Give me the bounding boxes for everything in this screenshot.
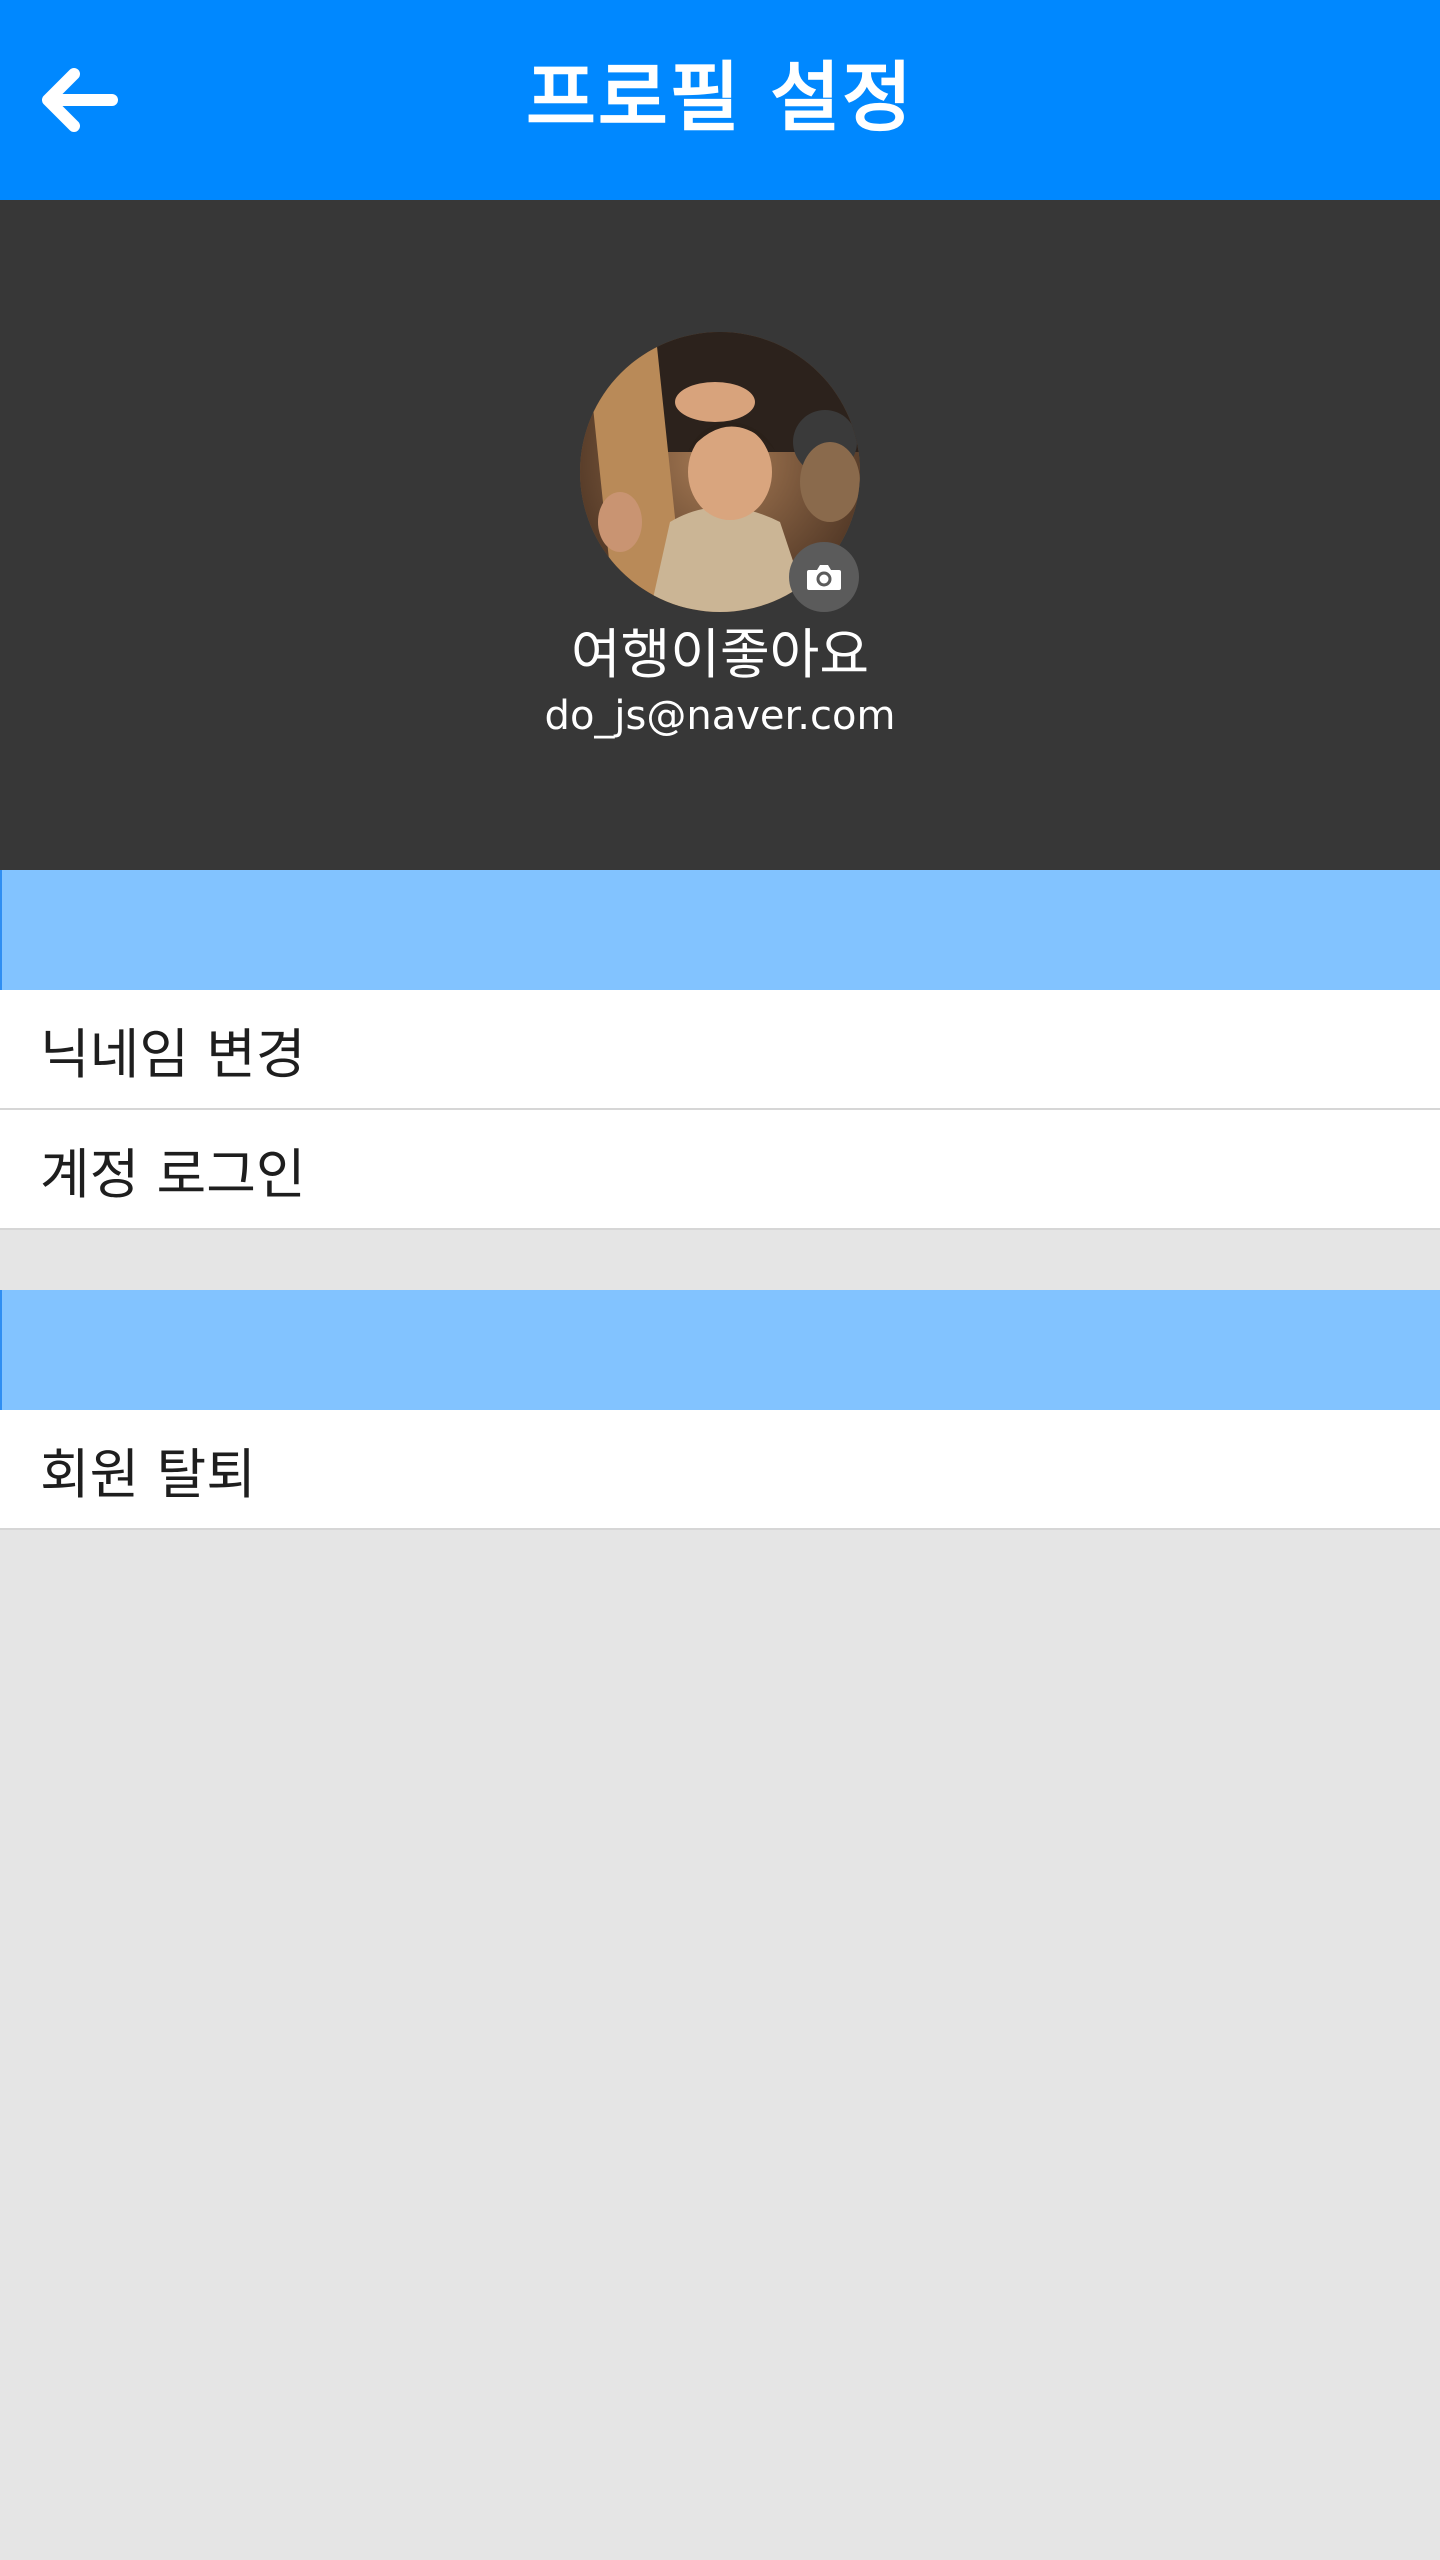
change-photo-button[interactable] (789, 542, 859, 612)
section-header-membership (0, 1290, 1440, 1410)
profile-header: 여행이좋아요 do_js@naver.com (0, 200, 1440, 870)
account-login-item[interactable]: 계정 로그인 (0, 1110, 1440, 1230)
section-header-account (0, 870, 1440, 990)
withdraw-membership-item[interactable]: 회원 탈퇴 (0, 1410, 1440, 1530)
profile-email: do_js@naver.com (544, 693, 896, 739)
profile-settings-screen: 프로필 설정 여행이좋아요 do_js@naver.com 닉네임 변경 계정 … (0, 0, 1440, 2560)
profile-nickname: 여행이좋아요 (570, 623, 870, 686)
change-nickname-label: 닉네임 변경 (40, 1022, 306, 1086)
withdraw-membership-label: 회원 탈퇴 (40, 1442, 256, 1506)
camera-icon (807, 565, 841, 590)
page-title: 프로필 설정 (525, 53, 915, 142)
change-nickname-item[interactable]: 닉네임 변경 (0, 990, 1440, 1110)
top-app-bar: 프로필 설정 (0, 0, 1440, 200)
account-login-label: 계정 로그인 (40, 1142, 306, 1206)
